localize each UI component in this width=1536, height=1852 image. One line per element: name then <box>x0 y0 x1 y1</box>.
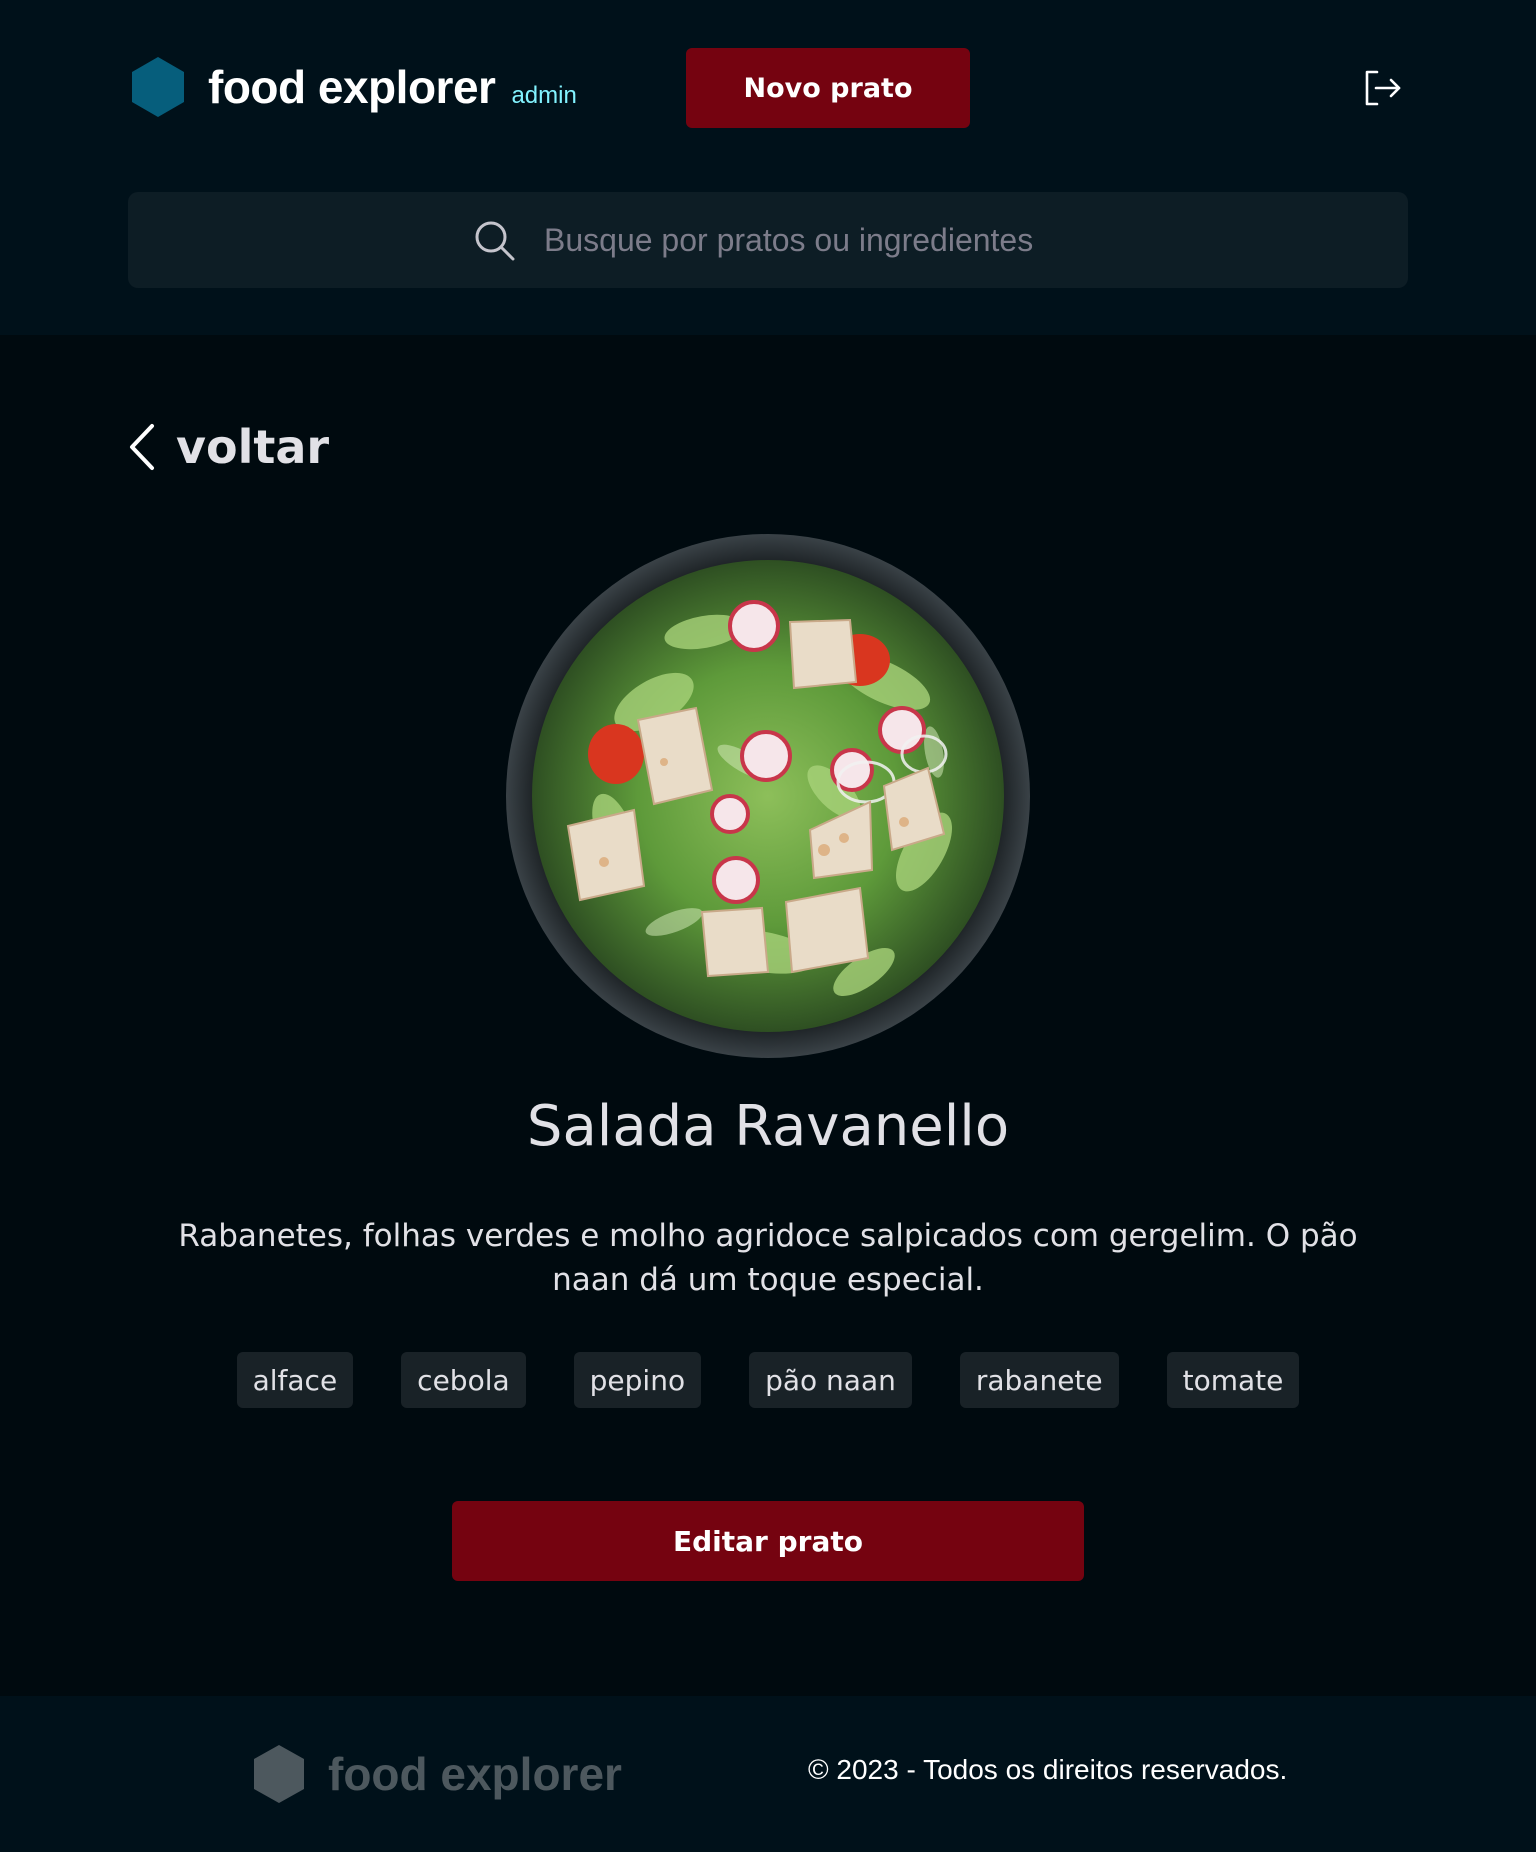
back-label: voltar <box>176 420 330 474</box>
ingredient-tag: alface <box>236 1352 354 1408</box>
chevron-left-icon <box>130 424 154 470</box>
footer-brand-name: food explorer <box>328 1748 622 1800</box>
back-link[interactable]: voltar <box>124 420 329 474</box>
header: food explorer admin Novo prato <box>0 0 1536 335</box>
brand-logo[interactable]: food explorer admin <box>130 56 577 118</box>
ingredient-tags: alface cebola pepino pão naan rabanete t… <box>0 1352 1536 1408</box>
search-input[interactable] <box>544 221 1064 259</box>
edit-dish-button[interactable]: Editar prato <box>452 1501 1084 1581</box>
ingredient-tag: pepino <box>573 1352 702 1408</box>
logout-icon[interactable] <box>1362 68 1402 108</box>
dish-description: Rabanetes, folhas verdes e molho agridoc… <box>178 1218 1358 1298</box>
ingredient-tag: rabanete <box>959 1352 1119 1408</box>
new-dish-button[interactable]: Novo prato <box>686 48 970 128</box>
ingredient-tag: pão naan <box>749 1352 912 1408</box>
admin-badge: admin <box>511 82 577 109</box>
hexagon-logo-icon <box>254 1745 304 1803</box>
hexagon-logo-icon <box>132 57 184 117</box>
brand-name: food explorer <box>208 61 496 113</box>
search-bar[interactable] <box>128 192 1408 288</box>
ingredient-tag: cebola <box>401 1352 526 1408</box>
footer-brand: food explorer <box>252 1744 622 1804</box>
dish-image <box>506 534 1030 1058</box>
ingredient-tag: tomate <box>1166 1352 1300 1408</box>
search-icon <box>475 221 515 261</box>
copyright-text: © 2023 - Todos os direitos reservados. <box>808 1754 1288 1785</box>
footer: food explorer © 2023 - Todos os direitos… <box>0 1696 1536 1852</box>
dish-title: Salada Ravanello <box>526 1094 1010 1159</box>
